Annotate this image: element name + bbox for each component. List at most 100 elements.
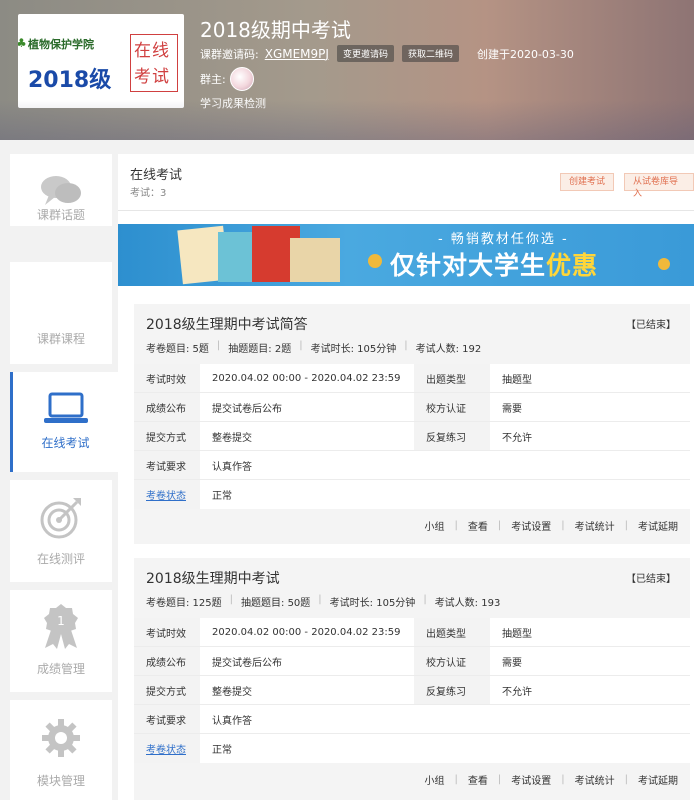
sidebar-item-modules[interactable]: 模块管理 <box>10 700 112 800</box>
sidebar-item-topics[interactable]: 课群话题 <box>10 154 112 226</box>
table-key: 考试要求 <box>134 705 200 733</box>
group-link[interactable]: 小组 <box>425 772 445 787</box>
banner-headline-text: 仅针对大学生 <box>390 251 547 280</box>
svg-text:1: 1 <box>57 614 65 628</box>
exam-extend-link[interactable]: 考试延期 <box>638 772 678 787</box>
exam-extend-link[interactable]: 考试延期 <box>638 518 678 533</box>
paper-status-link[interactable]: 考卷状态 <box>134 734 200 763</box>
table-value: 抽题型 <box>490 364 690 392</box>
owner-avatar[interactable] <box>229 67 254 91</box>
main-panel: 在线考试 考试：3 创建考试 从试卷库导入 - 畅销教材任你选 - 仅针对大学生… <box>118 154 694 800</box>
coin-icon <box>368 254 382 268</box>
table-row: 考卷状态 正常 <box>134 734 690 763</box>
exam-meta-participants: 考试人数: 192 <box>415 344 482 355</box>
create-exam-button[interactable]: 创建考试 <box>560 173 615 191</box>
exam-meta: 考卷题目: 125题 | 抽题题目: 50题 | 考试时长: 105分钟 | 考试人数… <box>146 594 501 609</box>
exam-stats-link[interactable]: 考试统计 <box>575 518 615 533</box>
exam-info-table: 考试时效 2020.04.02 00:00 - 2020.04.02 23:59… <box>134 364 690 509</box>
sidebar-item-label: 在线考试 <box>41 436 90 450</box>
exam-settings-link[interactable]: 考试设置 <box>511 518 551 533</box>
sidebar-item-label: 课群课程 <box>36 332 85 346</box>
laptop-icon <box>43 392 88 423</box>
table-value: 认真作答 <box>200 451 690 479</box>
table-key: 反复练习 <box>414 676 490 704</box>
page-title: 在线考试 <box>130 168 183 183</box>
exam-settings-link[interactable]: 考试设置 <box>511 772 551 787</box>
group-link[interactable]: 小组 <box>425 518 445 533</box>
table-row: 考试时效 2020.04.02 00:00 - 2020.04.02 23:59… <box>134 364 690 393</box>
leaf-logo-icon: ♣ <box>18 36 27 50</box>
table-row: 提交方式 整卷提交 反复练习 不允许 <box>134 676 690 705</box>
table-row: 成绩公布 提交试卷后公布 校方认证 需要 <box>134 647 690 676</box>
exam-status-badge: 【已结束】 <box>626 574 676 585</box>
table-row: 提交方式 整卷提交 反复练习 不允许 <box>134 422 690 451</box>
exam-meta-total: 考卷题目: 5题 <box>146 344 209 355</box>
gear-icon <box>42 719 80 757</box>
award-medal-icon: 1 <box>44 604 78 649</box>
table-row: 考试要求 认真作答 <box>134 451 690 480</box>
exam-meta-draw: 抽题题目: 50题 <box>241 598 311 609</box>
target-icon <box>40 498 81 539</box>
exam-status-badge: 【已结束】 <box>626 320 676 331</box>
table-key: 校方认证 <box>414 393 490 421</box>
coin-icon <box>658 258 670 270</box>
change-invite-code-button[interactable]: 变更邀请码 <box>336 45 394 62</box>
table-value: 2020.04.02 00:00 - 2020.04.02 23:59 <box>200 618 414 646</box>
promo-banner[interactable]: - 畅销教材任你选 - 仅针对大学生优惠 <box>118 224 694 286</box>
table-value: 认真作答 <box>200 705 690 733</box>
table-value: 提交试卷后公布 <box>200 393 414 421</box>
cover-tag-line1: 在线 <box>134 41 170 61</box>
get-qr-code-button[interactable]: 获取二维码 <box>401 45 459 62</box>
book-image <box>290 238 340 282</box>
table-value: 2020.04.02 00:00 - 2020.04.02 23:59 <box>200 364 414 392</box>
table-key: 出题类型 <box>414 364 490 392</box>
exam-title[interactable]: 2018级生理期中考试 <box>146 568 280 588</box>
group-subtitle: 学习成果检测 <box>200 97 266 110</box>
table-row: 考试时效 2020.04.02 00:00 - 2020.04.02 23:59… <box>134 618 690 647</box>
import-from-bank-button[interactable]: 从试卷库导入 <box>624 173 694 199</box>
table-value: 抽题型 <box>490 618 690 646</box>
table-key: 考试时效 <box>134 618 200 646</box>
table-key: 考试要求 <box>134 451 200 479</box>
sidebar-item-grades[interactable]: 1 成绩管理 <box>10 590 112 692</box>
chat-bubbles-icon <box>41 176 81 205</box>
view-link[interactable]: 查看 <box>468 518 488 533</box>
table-value: 正常 <box>200 480 690 509</box>
created-date: 创建于2020-03-30 <box>476 47 574 61</box>
exam-meta-total: 考卷题目: 125题 <box>146 598 222 609</box>
exam-card: 2018级生理期中考试 【已结束】 考卷题目: 125题 | 抽题题目: 50题 |… <box>134 558 690 800</box>
paper-status-link[interactable]: 考卷状态 <box>134 480 200 509</box>
table-row: 考卷状态 正常 <box>134 480 690 509</box>
exam-count: 考试：3 <box>130 188 167 199</box>
invite-code[interactable]: XGMEM9PJ <box>265 47 329 61</box>
sidebar-item-label: 在线测评 <box>36 552 85 566</box>
view-link[interactable]: 查看 <box>468 772 488 787</box>
table-row: 成绩公布 提交试卷后公布 校方认证 需要 <box>134 393 690 422</box>
exam-meta-participants: 考试人数: 193 <box>434 598 501 609</box>
table-value: 提交试卷后公布 <box>200 647 414 675</box>
cover-school-name: 植物保护学院 <box>28 38 94 51</box>
owner-row: 群主: <box>200 67 254 91</box>
sidebar-item-assessment[interactable]: 在线测评 <box>10 480 112 582</box>
sidebar-item-label: 成绩管理 <box>36 662 85 676</box>
exam-meta-draw: 抽题题目: 2题 <box>228 344 292 355</box>
table-key: 校方认证 <box>414 647 490 675</box>
invite-row: 课群邀请码: XGMEM9PJ 变更邀请码 获取二维码 创建于2020-03-3… <box>200 45 574 62</box>
exam-title[interactable]: 2018级生理期中考试简答 <box>146 314 308 334</box>
exam-stats-link[interactable]: 考试统计 <box>575 772 615 787</box>
sidebar-item-online-exam[interactable]: 在线考试 <box>10 372 118 472</box>
sidebar-item-label: 模块管理 <box>36 774 85 788</box>
exam-card: 2018级生理期中考试简答 【已结束】 考卷题目: 5题 | 抽题题目: 2题 | … <box>134 304 690 544</box>
exam-meta: 考卷题目: 5题 | 抽题题目: 2题 | 考试时长: 105分钟 | 考试人数: 1… <box>146 340 482 355</box>
group-title: 2018级期中考试 <box>200 18 351 42</box>
divider <box>118 210 694 211</box>
sidebar-item-courses[interactable]: 课群课程 <box>10 262 112 364</box>
exam-info-table: 考试时效 2020.04.02 00:00 - 2020.04.02 23:59… <box>134 618 690 763</box>
invite-label: 课群邀请码: <box>200 47 259 61</box>
cover-year: 2018级 <box>28 68 112 93</box>
group-header: ♣ 植物保护学院 2018级 在线 考试 2018级期中考试 课群邀请码: XG… <box>0 0 694 140</box>
table-value: 需要 <box>490 647 690 675</box>
table-row: 考试要求 认真作答 <box>134 705 690 734</box>
table-value: 整卷提交 <box>200 422 414 450</box>
group-cover-image: ♣ 植物保护学院 2018级 在线 考试 <box>18 14 184 108</box>
